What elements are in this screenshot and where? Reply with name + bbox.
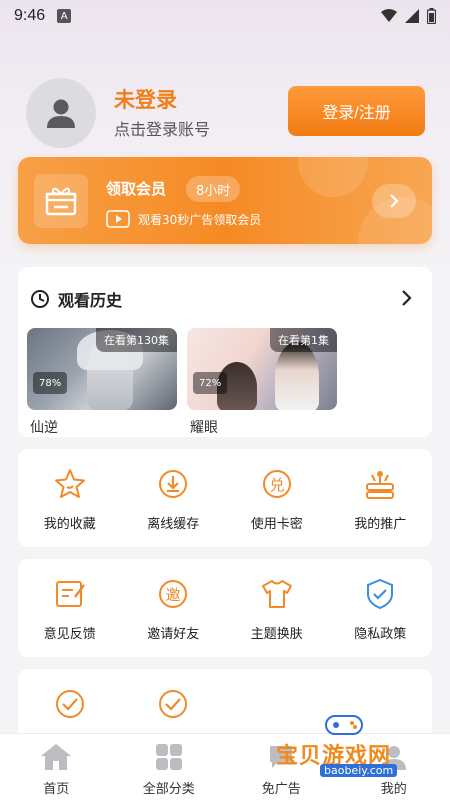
svg-text:邀: 邀 xyxy=(166,586,181,604)
gamepad-icon xyxy=(325,715,363,735)
feedback-label: 意见反馈 xyxy=(43,627,96,642)
tab-home[interactable]: 首页 xyxy=(0,734,113,800)
gift-icon xyxy=(34,174,88,228)
tab-profile-label: 我的 xyxy=(380,782,407,797)
function-grid-1: 我的收藏 离线缓存 兑 使用卡密 我的推广 xyxy=(18,449,432,547)
invite-friends-item[interactable]: 邀 邀请好友 xyxy=(122,559,226,657)
wifi-icon xyxy=(381,9,397,22)
favorites-item[interactable]: 我的收藏 xyxy=(18,449,122,547)
redeem-icon: 兑 xyxy=(260,467,294,501)
vip-title: 领取会员 xyxy=(106,180,167,198)
history-thumbnail[interactable]: 在看第1集 72% xyxy=(187,328,337,410)
signal-icon xyxy=(405,9,419,23)
feedback-item[interactable]: 意见反馈 xyxy=(18,559,122,657)
episode-badge: 在看第130集 xyxy=(96,328,177,352)
check-circle-icon xyxy=(156,687,190,721)
user-name[interactable]: 未登录 xyxy=(114,84,177,114)
function-grid-2: 意见反馈 邀 邀请好友 主题换肤 隐私政策 xyxy=(18,559,432,657)
decoration-bubble xyxy=(298,157,368,197)
thumbnail-figure xyxy=(275,342,319,410)
header-background xyxy=(0,0,450,300)
shirt-icon xyxy=(260,577,294,611)
my-promotion-label: 我的推广 xyxy=(354,517,407,532)
offline-cache-item[interactable]: 离线缓存 xyxy=(122,449,226,547)
watermark-url: baobeiy.com xyxy=(320,764,398,777)
login-register-button[interactable]: 登录/注册 xyxy=(288,86,425,136)
chevron-right-icon[interactable] xyxy=(400,289,412,307)
home-icon xyxy=(41,744,72,770)
tab-home-label: 首页 xyxy=(43,782,70,797)
person-icon xyxy=(47,99,75,128)
video-play-icon xyxy=(106,210,130,228)
feedback-icon xyxy=(53,577,87,611)
history-item-title[interactable]: 耀眼 xyxy=(190,417,218,437)
history-header[interactable]: 观看历史 xyxy=(30,287,122,311)
theme-skin-item[interactable]: 主题换肤 xyxy=(225,559,329,657)
redeem-code-item[interactable]: 兑 使用卡密 xyxy=(225,449,329,547)
favorites-label: 我的收藏 xyxy=(43,517,96,532)
vip-card[interactable]: 领取会员 8小时 观看30秒广告领取会员 xyxy=(18,157,432,244)
vip-subtitle-text: 观看30秒广告领取会员 xyxy=(138,212,262,227)
watermark-logo: 宝贝游戏网 baobeiy.com xyxy=(268,708,418,778)
notification-a-icon: A xyxy=(57,9,72,23)
invite-icon: 邀 xyxy=(156,577,190,611)
progress-badge: 78% xyxy=(33,372,68,394)
vip-arrow-button[interactable] xyxy=(372,184,416,218)
clock-icon xyxy=(31,290,49,308)
shield-icon xyxy=(363,577,397,611)
chevron-right-icon xyxy=(390,194,399,208)
vip-duration-badge: 8小时 xyxy=(186,176,241,202)
status-bar: 9:46 A xyxy=(0,0,450,32)
redeem-code-label: 使用卡密 xyxy=(250,517,303,532)
invite-friends-label: 邀请好友 xyxy=(147,627,200,642)
my-promotion-item[interactable]: 我的推广 xyxy=(329,449,433,547)
privacy-policy-label: 隐私政策 xyxy=(354,627,407,642)
privacy-policy-item[interactable]: 隐私政策 xyxy=(329,559,433,657)
history-title: 观看历史 xyxy=(58,291,123,310)
tab-categories[interactable]: 全部分类 xyxy=(113,734,226,800)
theme-skin-label: 主题换肤 xyxy=(250,627,303,642)
episode-badge: 在看第1集 xyxy=(270,328,337,352)
offline-cache-label: 离线缓存 xyxy=(147,517,200,532)
history-thumbnail[interactable]: 在看第130集 78% xyxy=(27,328,177,410)
progress-badge: 72% xyxy=(193,372,228,394)
status-time: 9:46 xyxy=(14,7,46,24)
star-icon xyxy=(53,467,87,501)
category-icon xyxy=(155,744,182,770)
vip-subtitle: 观看30秒广告领取会员 xyxy=(106,210,261,228)
tab-categories-label: 全部分类 xyxy=(142,782,195,797)
promote-icon xyxy=(363,467,397,501)
history-item-title[interactable]: 仙逆 xyxy=(30,417,58,437)
status-right xyxy=(381,8,436,24)
svg-text:兑: 兑 xyxy=(269,476,284,494)
download-icon xyxy=(156,467,190,501)
tab-no-ads-label: 免广告 xyxy=(261,782,301,797)
login-hint[interactable]: 点击登录账号 xyxy=(114,116,210,140)
battery-icon xyxy=(427,8,436,24)
check-circle-icon xyxy=(53,687,87,721)
avatar[interactable] xyxy=(26,78,96,148)
watch-history-card: 观看历史 在看第130集 78% 仙逆 在看第1集 72% 耀眼 xyxy=(18,267,432,437)
